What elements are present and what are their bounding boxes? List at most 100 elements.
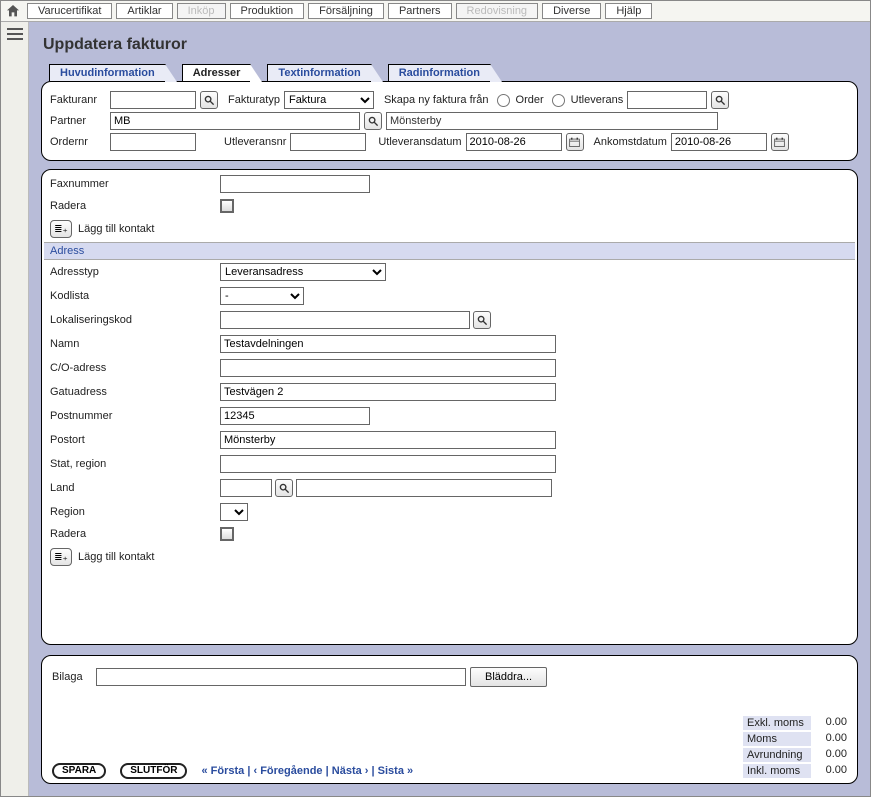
partner-search-icon[interactable] — [364, 112, 382, 130]
utleveransnr-label: Utleveransnr — [224, 136, 286, 148]
app-window: VarucertifikatArtiklarInköpProduktionFör… — [0, 0, 871, 797]
footer-panel: Bilaga Bläddra... SPARA SLUTFÖR « Första… — [41, 655, 858, 784]
order-label: Order — [516, 94, 544, 106]
fax-input[interactable] — [220, 175, 370, 193]
fax-label: Faxnummer — [50, 178, 220, 190]
browse-button[interactable]: Bläddra... — [470, 667, 547, 687]
totals-row: Moms 0.00 — [743, 731, 847, 747]
sub-tab-textinformation[interactable]: Textinformation — [267, 64, 371, 81]
utleverans-input[interactable] — [627, 91, 707, 109]
radera-contact-label: Radera — [50, 200, 220, 212]
ankomstdatum-label: Ankomstdatum — [594, 136, 667, 148]
header-panel: Fakturanr Fakturatyp Faktura Skapa ny fa… — [41, 81, 858, 161]
region-select[interactable] — [220, 503, 248, 521]
postort-label: Postort — [50, 434, 220, 446]
totals-value: 0.00 — [815, 732, 847, 746]
top-tab-diverse[interactable]: Diverse — [542, 3, 601, 19]
adresstyp-select[interactable]: Leveransadress — [220, 263, 386, 281]
address-scroll[interactable]: Faxnummer Radera ≣₊ Lägg till kontakt Ad… — [44, 172, 855, 642]
ankomstdatum-calendar-icon[interactable] — [771, 133, 789, 151]
address-panel: Faxnummer Radera ≣₊ Lägg till kontakt Ad… — [41, 169, 858, 645]
fakturanr-label: Fakturanr — [50, 94, 106, 106]
home-icon[interactable] — [5, 3, 21, 19]
pagination-nav: « Första | ‹ Föregående | Nästa › | Sist… — [201, 765, 413, 777]
top-tab-produktion[interactable]: Produktion — [230, 3, 305, 19]
bilaga-label: Bilaga — [52, 671, 92, 683]
add-contact-button[interactable]: ≣₊ — [50, 220, 72, 238]
sub-tab-huvudinformation[interactable]: Huvudinformation — [49, 64, 166, 81]
partner-code-input[interactable] — [110, 112, 360, 130]
co-input[interactable] — [220, 359, 556, 377]
top-tab-försäljning[interactable]: Försäljning — [308, 3, 384, 19]
totals-value: 0.00 — [815, 764, 847, 778]
nav-prev[interactable]: ‹ Föregående — [253, 765, 322, 777]
bilaga-input[interactable] — [96, 668, 466, 686]
partner-name-display — [386, 112, 718, 130]
nav-next[interactable]: Nästa › — [332, 765, 369, 777]
land-search-icon[interactable] — [275, 479, 293, 497]
namn-label: Namn — [50, 338, 220, 350]
order-radio[interactable] — [497, 94, 510, 107]
totals-label: Inkl. moms — [743, 764, 811, 778]
totals-row: Inkl. moms 0.00 — [743, 763, 847, 779]
utleveransdatum-input[interactable] — [466, 133, 562, 151]
totals-label: Moms — [743, 732, 811, 746]
radera-contact-checkbox[interactable] — [220, 199, 234, 213]
sub-tabs: Huvudinformation Adresser Textinformation R… — [49, 64, 858, 81]
ordernr-label: Ordernr — [50, 136, 106, 148]
partner-label: Partner — [50, 115, 106, 127]
kodlista-label: Kodlista — [50, 290, 220, 302]
lokkod-search-icon[interactable] — [473, 311, 491, 329]
totals-block: Exkl. moms0.00Moms0.00Avrundning0.00Inkl… — [743, 715, 847, 779]
top-tab-varucertifikat[interactable]: Varucertifikat — [27, 3, 112, 19]
top-tab-partners[interactable]: Partners — [388, 3, 452, 19]
fakturanr-search-icon[interactable] — [200, 91, 218, 109]
adresstyp-label: Adresstyp — [50, 266, 220, 278]
totals-row: Avrundning0.00 — [743, 747, 847, 763]
lokkod-input[interactable] — [220, 311, 470, 329]
menu-icon[interactable] — [7, 28, 23, 40]
co-label: C/O-adress — [50, 362, 220, 374]
page-title: Uppdatera fakturor — [43, 36, 858, 54]
slutfor-button[interactable]: SLUTFÖR — [120, 763, 187, 779]
totals-value: 0.00 — [815, 748, 847, 762]
radera-address-label: Radera — [50, 528, 220, 540]
top-tab-redovisning: Redovisning — [456, 3, 539, 19]
postnr-input[interactable] — [220, 407, 370, 425]
region-label: Region — [50, 506, 220, 518]
ankomstdatum-input[interactable] — [671, 133, 767, 151]
top-toolbar: VarucertifikatArtiklarInköpProduktionFör… — [1, 1, 870, 22]
postnr-label: Postnummer — [50, 410, 220, 422]
totals-value: 0.00 — [815, 716, 847, 730]
totals-row: Exkl. moms0.00 — [743, 715, 847, 731]
stat-label: Stat, region — [50, 458, 220, 470]
top-tabs: VarucertifikatArtiklarInköpProduktionFör… — [27, 3, 652, 19]
nav-last[interactable]: Sista » — [378, 765, 413, 777]
postort-input[interactable] — [220, 431, 556, 449]
side-rail — [1, 22, 29, 796]
add-address-contact-button[interactable]: ≣₊ — [50, 548, 72, 566]
spara-button[interactable]: SPARA — [52, 763, 106, 779]
gatu-label: Gatuadress — [50, 386, 220, 398]
utleverans-radio[interactable] — [552, 94, 565, 107]
stat-input[interactable] — [220, 455, 556, 473]
ordernr-input — [110, 133, 196, 151]
fakturatyp-label: Fakturatyp — [228, 94, 280, 106]
top-tab-hjälp[interactable]: Hjälp — [605, 3, 652, 19]
radera-address-checkbox[interactable] — [220, 527, 234, 541]
gatu-input[interactable] — [220, 383, 556, 401]
skapa-label: Skapa ny faktura från — [384, 94, 489, 106]
top-tab-artiklar[interactable]: Artiklar — [116, 3, 172, 19]
fakturatyp-select[interactable]: Faktura — [284, 91, 374, 109]
namn-input[interactable] — [220, 335, 556, 353]
sub-tab-adresser[interactable]: Adresser — [182, 64, 252, 81]
utleverans-search-icon[interactable] — [711, 91, 729, 109]
kodlista-select[interactable]: - — [220, 287, 304, 305]
nav-first[interactable]: « Första — [201, 765, 244, 777]
land-code-input[interactable] — [220, 479, 272, 497]
sub-tab-radinformation[interactable]: Radinformation — [388, 64, 491, 81]
fakturanr-input[interactable] — [110, 91, 196, 109]
content-area: Uppdatera fakturor Huvudinformation Adres… — [29, 22, 870, 796]
land-name-input[interactable] — [296, 479, 552, 497]
utleveransdatum-calendar-icon[interactable] — [566, 133, 584, 151]
